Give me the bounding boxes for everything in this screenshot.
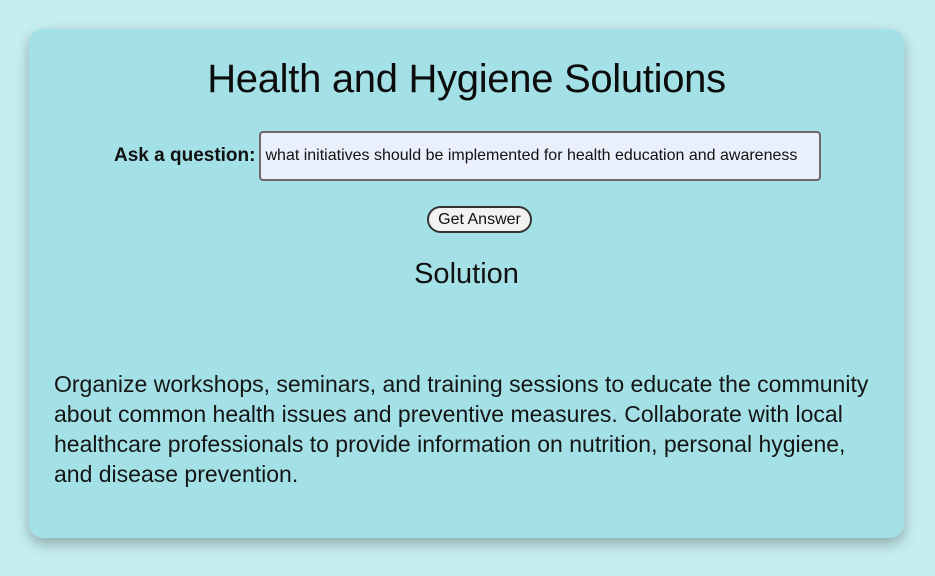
question-input[interactable] <box>259 131 822 181</box>
get-answer-button[interactable]: Get Answer <box>427 206 532 233</box>
solution-text: Organize workshops, seminars, and traini… <box>54 371 869 487</box>
page-title: Health and Hygiene Solutions <box>207 57 726 101</box>
solution-heading: Solution <box>414 258 519 290</box>
question-form: Ask a question: <box>114 131 822 181</box>
main-card: Health and Hygiene Solutions Ask a quest… <box>29 29 904 538</box>
question-label: Ask a question: <box>114 145 256 166</box>
